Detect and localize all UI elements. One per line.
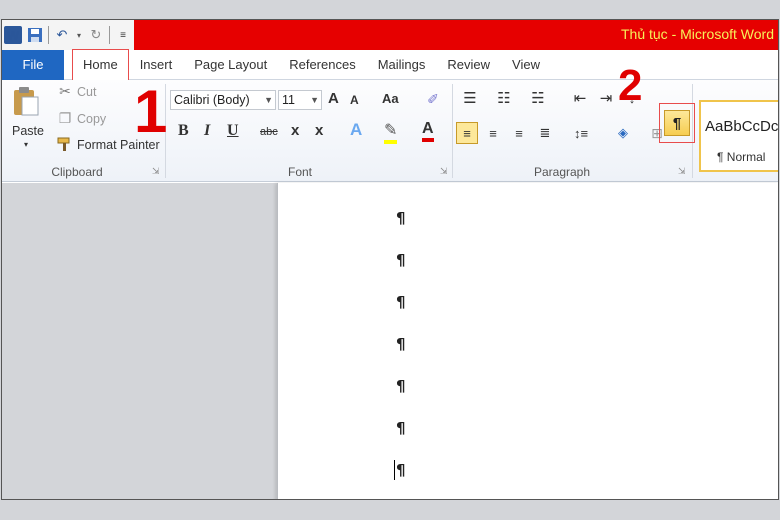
step-2-annotation: 2 bbox=[618, 61, 643, 110]
font-name-value: Calibri (Body) bbox=[174, 93, 250, 107]
style-sample-text: AaBbCcDc bbox=[705, 118, 779, 135]
justify-icon[interactable]: ≣ bbox=[534, 122, 556, 144]
line-spacing-icon[interactable]: ↕≡ bbox=[568, 122, 594, 144]
window-title: Thủ tục - Microsoft Word bbox=[620, 26, 774, 42]
numbering-icon[interactable]: ☷ bbox=[492, 88, 516, 108]
paragraph-mark: ¶ bbox=[396, 461, 406, 479]
clear-formatting-icon[interactable]: ✐ bbox=[422, 88, 444, 110]
font-size-value: 11 bbox=[282, 93, 295, 107]
save-icon[interactable] bbox=[26, 26, 44, 44]
style-normal[interactable]: AaBbCcDc ¶ Normal bbox=[699, 100, 779, 172]
change-case-button[interactable]: Aa bbox=[382, 91, 399, 106]
paste-label[interactable]: Paste bbox=[12, 124, 44, 138]
undo-icon[interactable]: ↶ bbox=[53, 26, 71, 44]
multilevel-list-icon[interactable]: ☵ bbox=[526, 88, 550, 108]
font-color-button[interactable]: A bbox=[422, 120, 434, 142]
tab-home[interactable]: Home bbox=[72, 48, 129, 81]
show-hide-button[interactable]: ¶ bbox=[659, 103, 695, 143]
qat-separator bbox=[109, 26, 110, 44]
align-left-icon[interactable]: ≡ bbox=[456, 122, 478, 144]
shading-icon[interactable]: ◈ bbox=[610, 122, 636, 144]
bullets-icon[interactable]: ☰ bbox=[458, 88, 482, 108]
paragraph-launcher-icon[interactable]: ⇲ bbox=[678, 166, 686, 177]
subscript-button[interactable]: x bbox=[291, 122, 299, 139]
style-name: ¶ Normal bbox=[717, 150, 766, 164]
word-window: W ↶ ▾ ↻ ≡ Thủ tục - Microsoft Word File … bbox=[1, 19, 779, 500]
underline-button[interactable]: U bbox=[227, 122, 239, 140]
format-painter-icon[interactable] bbox=[57, 135, 73, 153]
font-size-combo[interactable]: 11 ▼ bbox=[278, 90, 322, 110]
paragraph-mark: ¶ bbox=[396, 419, 406, 437]
strikethrough-button[interactable]: abc bbox=[260, 126, 278, 138]
bold-button[interactable]: B bbox=[178, 122, 189, 140]
text-cursor bbox=[394, 460, 395, 480]
paragraph-mark: ¶ bbox=[396, 335, 406, 353]
tab-references[interactable]: References bbox=[278, 50, 366, 80]
customize-icon[interactable]: ≡ bbox=[114, 26, 132, 44]
paragraph-mark: ¶ bbox=[396, 251, 406, 269]
paragraph-group-label: Paragraph bbox=[533, 165, 591, 179]
document-page[interactable]: ¶ ¶ ¶ ¶ ¶ ¶ ¶ bbox=[277, 183, 778, 499]
paragraph-mark: ¶ bbox=[396, 377, 406, 395]
shrink-font-button[interactable]: A bbox=[350, 93, 359, 107]
document-area: ¶ ¶ ¶ ¶ ¶ ¶ ¶ bbox=[2, 183, 778, 499]
tab-mailings[interactable]: Mailings bbox=[367, 50, 437, 80]
paragraph-mark: ¶ bbox=[396, 209, 406, 227]
copy-icon[interactable]: ❐ bbox=[57, 109, 73, 127]
text-effects-button[interactable]: A bbox=[350, 120, 362, 140]
align-right-icon[interactable]: ≡ bbox=[508, 122, 530, 144]
decrease-indent-icon[interactable]: ⇤ bbox=[570, 88, 590, 108]
superscript-button[interactable]: x bbox=[315, 122, 323, 139]
undo-dropdown-icon[interactable]: ▾ bbox=[75, 26, 83, 44]
cut-icon[interactable]: ✂ bbox=[57, 82, 73, 100]
quick-access-toolbar: W ↶ ▾ ↻ ≡ bbox=[2, 20, 134, 50]
tab-insert[interactable]: Insert bbox=[129, 50, 184, 80]
pilcrow-icon: ¶ bbox=[664, 110, 690, 136]
redo-icon[interactable]: ↻ bbox=[87, 26, 105, 44]
tab-view[interactable]: View bbox=[501, 50, 551, 80]
chevron-down-icon: ▼ bbox=[264, 95, 273, 105]
paste-dropdown-icon[interactable]: ▾ bbox=[24, 140, 28, 149]
clipboard-launcher-icon[interactable]: ⇲ bbox=[152, 166, 160, 177]
increase-indent-icon[interactable]: ⇥ bbox=[596, 88, 616, 108]
qat-separator bbox=[48, 26, 49, 44]
tab-page-layout[interactable]: Page Layout bbox=[183, 50, 278, 80]
font-group-label: Font bbox=[287, 165, 312, 179]
align-center-icon[interactable]: ≡ bbox=[482, 122, 504, 144]
paste-icon[interactable] bbox=[10, 84, 42, 118]
chevron-down-icon: ▼ bbox=[310, 95, 319, 105]
cut-label[interactable]: Cut bbox=[77, 85, 96, 99]
italic-button[interactable]: I bbox=[204, 122, 210, 140]
word-logo-icon[interactable]: W bbox=[4, 26, 22, 44]
copy-label[interactable]: Copy bbox=[77, 112, 106, 126]
clipboard-group-label: Clipboard bbox=[51, 165, 103, 179]
title-bar: W ↶ ▾ ↻ ≡ Thủ tục - Microsoft Word bbox=[2, 20, 778, 50]
grow-font-button[interactable]: A bbox=[328, 90, 339, 107]
ribbon-tabs: File Home Insert Page Layout References … bbox=[2, 48, 778, 81]
font-name-combo[interactable]: Calibri (Body) ▼ bbox=[170, 90, 276, 110]
highlight-button[interactable]: ✎ bbox=[384, 120, 398, 144]
step-1-annotation: 1 bbox=[134, 78, 168, 145]
tab-file[interactable]: File bbox=[2, 49, 64, 80]
font-launcher-icon[interactable]: ⇲ bbox=[440, 166, 448, 177]
paragraph-mark: ¶ bbox=[396, 293, 406, 311]
tab-review[interactable]: Review bbox=[436, 50, 501, 80]
